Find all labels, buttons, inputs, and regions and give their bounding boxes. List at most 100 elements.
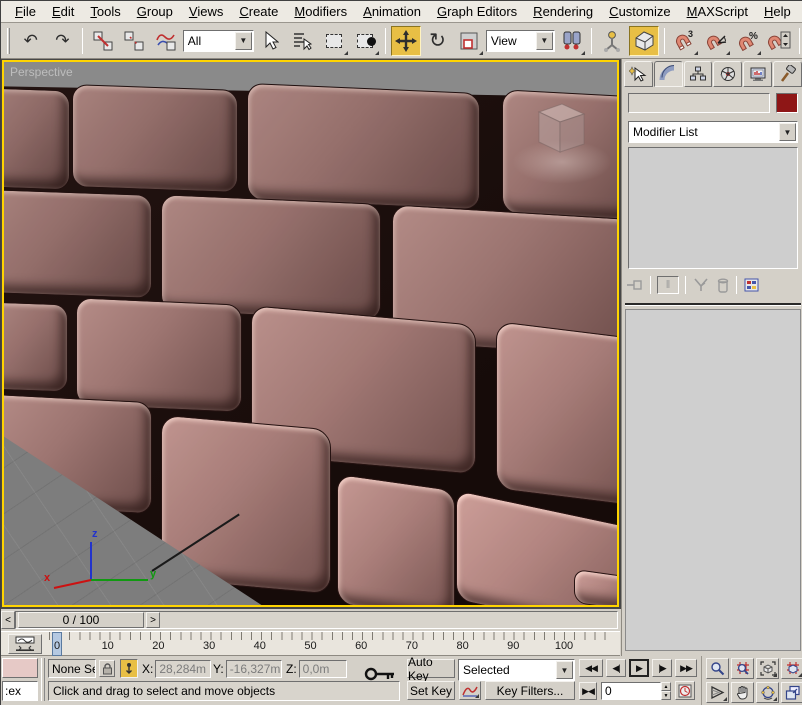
y-value-field[interactable]: -16,327m [226,660,282,678]
remove-modifier-icon[interactable] [716,277,730,293]
spinner-down-icon[interactable]: ▼ [661,691,671,700]
absolute-mode-toggle[interactable] [120,659,138,678]
selection-lock-toggle[interactable] [99,660,115,677]
rectangular-selection-region-button[interactable] [319,26,349,56]
perspective-viewport[interactable]: Perspective z x y [2,60,619,607]
tab-utilities[interactable] [773,61,802,87]
menu-item-file[interactable]: File [7,1,44,22]
object-name-field[interactable] [628,93,770,113]
time-configuration-button[interactable] [675,681,695,700]
brick[interactable] [247,83,480,210]
go-to-end-button[interactable]: ▶▶ [675,659,697,677]
make-unique-icon[interactable] [692,277,710,293]
brick[interactable] [2,88,70,191]
zoom-extents-button[interactable] [756,658,779,679]
select-by-name-button[interactable] [287,26,317,56]
brick[interactable] [496,321,619,507]
menu-item-maxscript[interactable]: MAXScript [679,1,756,22]
tab-modify[interactable] [654,61,683,87]
menu-item-create[interactable]: Create [231,1,286,22]
bind-to-space-warp-button[interactable] [151,26,181,56]
key-mode-dropdown[interactable]: Selected ▼ [458,659,575,681]
menu-item-edit[interactable]: Edit [44,1,82,22]
brick[interactable] [2,189,152,299]
select-and-rotate-button[interactable]: ↻ [423,26,453,56]
configure-modifier-sets-icon[interactable] [743,277,761,293]
viewport-label[interactable]: Perspective [10,65,73,79]
auto-key-button[interactable]: Auto Key [407,659,455,678]
tab-hierarchy[interactable] [684,61,713,87]
spinner-up-icon[interactable]: ▲ [661,682,671,691]
play-button[interactable]: ▶ [629,659,649,677]
key-mode-toggle-button[interactable]: ▶◀ [579,682,597,700]
menu-item-customize[interactable]: Customize [601,1,678,22]
field-of-view-button[interactable] [706,682,729,703]
arc-rotate-button[interactable] [756,682,779,703]
window-crossing-toggle-button[interactable] [351,26,381,56]
undo-button[interactable]: ↶ [16,26,46,56]
frame-spinner[interactable]: ▲▼ [661,682,671,700]
macro-recorder-field[interactable] [2,658,38,678]
track-bar[interactable]: 0102030405060708090100 [1,631,620,656]
min-max-toggle-button[interactable] [781,682,802,703]
tab-motion[interactable] [713,61,742,87]
spinner-snap-button[interactable] [764,26,794,56]
reference-coordsys-dropdown[interactable]: View ▼ [486,30,555,52]
selection-filter-dropdown[interactable]: All ▼ [183,30,254,52]
snap-3d-button[interactable]: 3 [670,26,700,56]
menu-item-rendering[interactable]: Rendering [525,1,601,22]
default-tangents-button[interactable] [459,681,481,700]
brick[interactable] [72,84,238,193]
object-color-swatch[interactable] [776,93,798,113]
select-and-manipulate-button[interactable] [597,26,627,56]
unlink-selection-button[interactable] [120,26,150,56]
z-value-field[interactable]: 0,0m [299,660,347,678]
show-end-result-button[interactable]: ‖ [657,276,679,294]
time-slider-prev-button[interactable]: < [1,611,15,629]
brick[interactable] [2,302,68,393]
menu-item-modifiers[interactable]: Modifiers [286,1,355,22]
pan-button[interactable] [731,682,754,703]
brick[interactable] [574,569,619,607]
next-frame-button[interactable]: |▶ [652,659,672,677]
select-object-button[interactable] [256,26,286,56]
listener-splitter[interactable] [41,658,45,701]
mini-curve-editor-button[interactable] [8,634,42,654]
key-filters-button[interactable]: Key Filters... [485,681,575,700]
zoom-extents-all-button[interactable] [781,658,802,679]
go-to-start-button[interactable]: ◀◀ [579,659,603,677]
select-and-scale-button[interactable] [454,26,484,56]
time-slider-track[interactable]: 0 / 100 > [15,611,618,629]
menu-item-help[interactable]: Help [756,1,799,22]
menu-item-views[interactable]: Views [181,1,231,22]
select-and-link-button[interactable] [88,26,118,56]
menu-item-tools[interactable]: Tools [82,1,128,22]
set-keys-key-icon[interactable] [364,666,396,682]
use-pivot-point-center-button[interactable] [557,26,587,56]
angle-snap-button[interactable] [701,26,731,56]
snaps-toggle-button[interactable] [629,26,659,56]
menu-item-graph-editors[interactable]: Graph Editors [429,1,525,22]
maxscript-listener-field[interactable]: :ex [2,681,38,701]
modifier-stack-list[interactable] [628,147,798,269]
time-slider-thumb[interactable]: 0 / 100 [18,612,144,628]
track-bar-ruler[interactable]: 0102030405060708090100 [49,632,609,656]
tab-display[interactable] [743,61,772,87]
zoom-button[interactable] [706,658,729,679]
menu-item-group[interactable]: Group [129,1,181,22]
time-slider-next-button[interactable]: > [146,612,160,628]
menu-item-animation[interactable]: Animation [355,1,429,22]
brick[interactable] [76,297,242,412]
zoom-all-button[interactable] [731,658,754,679]
toolbar-grip[interactable] [7,28,10,54]
brick[interactable] [337,474,455,607]
previous-frame-button[interactable]: ◀| [606,659,626,677]
x-value-field[interactable]: 28,284m [155,660,211,678]
set-key-button[interactable]: Set Key [407,681,455,700]
tab-create[interactable] [624,61,653,87]
select-and-move-button[interactable] [391,26,421,56]
current-frame-field[interactable]: 0 [601,682,661,700]
percent-snap-button[interactable]: % [733,26,763,56]
redo-button[interactable]: ↷ [48,26,78,56]
pin-stack-icon[interactable] [626,277,644,293]
